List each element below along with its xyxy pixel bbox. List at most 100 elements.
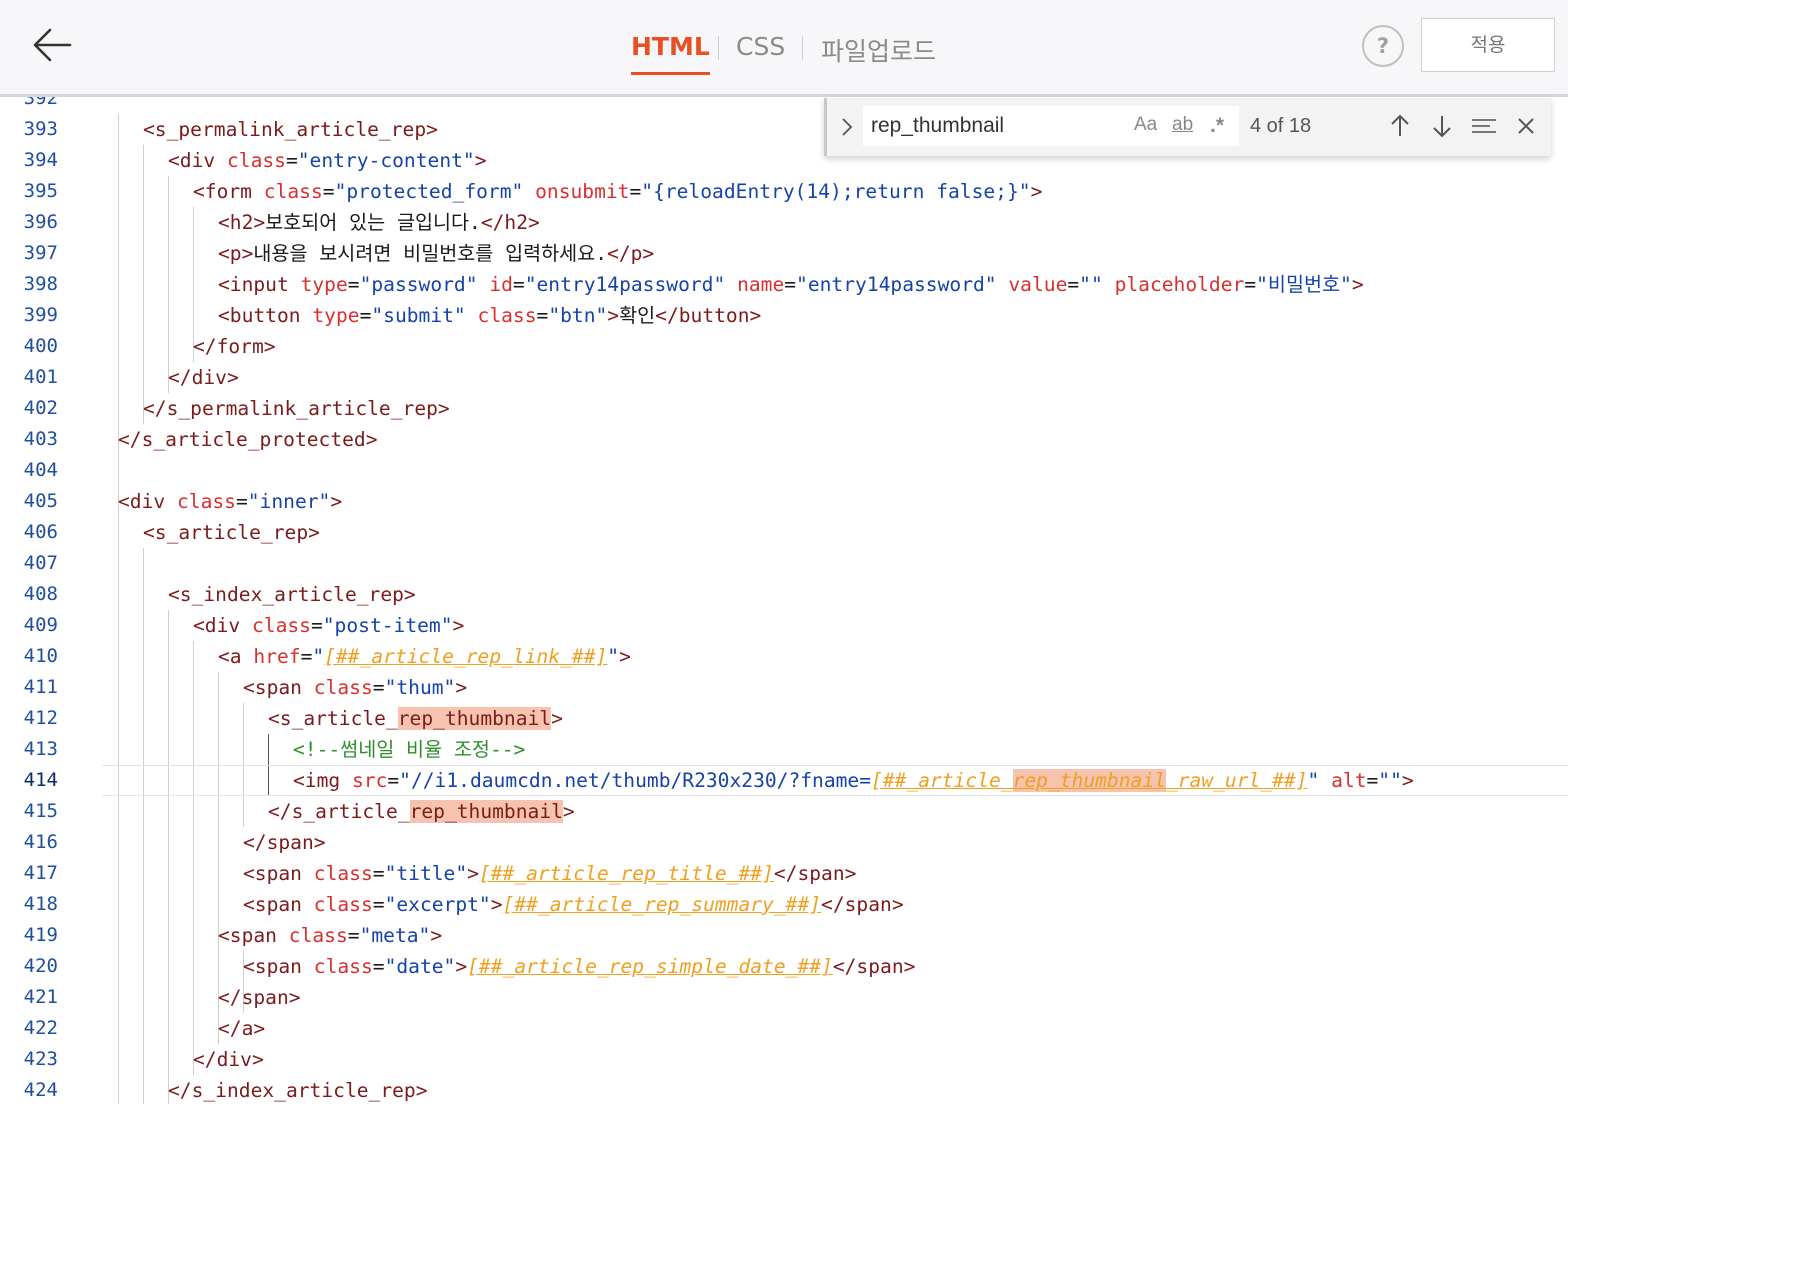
- code-token: class: [263, 180, 323, 203]
- code-token: _raw_url_##]: [1165, 769, 1308, 792]
- code-token: <h2>: [218, 211, 266, 234]
- code-line[interactable]: 419 <span class="meta">: [0, 920, 1568, 951]
- code-token: "protected_form": [334, 180, 524, 203]
- code-token: <s_article_: [268, 707, 398, 730]
- code-line[interactable]: 404: [0, 455, 1568, 486]
- code-line[interactable]: 397 <p>내용을 보시려면 비밀번호를 입력하세요.</p>: [0, 238, 1568, 269]
- code-text: <span class="meta">: [218, 920, 442, 951]
- code-line[interactable]: 418 <span class="excerpt">[##_article_rep…: [0, 889, 1568, 920]
- help-button[interactable]: ?: [1362, 25, 1404, 67]
- code-token: "entry-content": [297, 149, 475, 172]
- code-line[interactable]: 422 </a>: [0, 1013, 1568, 1044]
- line-number: 421: [23, 986, 58, 1008]
- code-token: "title": [384, 862, 468, 885]
- code-line[interactable]: 410 <a href="[##_article_rep_link_##]">: [0, 641, 1568, 672]
- code-token: "submit": [371, 304, 466, 327]
- code-token: </span>: [773, 862, 857, 885]
- code-token: <span: [243, 862, 314, 885]
- code-text: <a href="[##_article_rep_link_##]">: [218, 641, 631, 672]
- line-number: 410: [23, 645, 58, 667]
- tab-divider: [802, 36, 803, 60]
- code-line[interactable]: 395 <form class="protected_form" onsubmit…: [0, 176, 1568, 207]
- tab-html[interactable]: HTML: [631, 32, 710, 75]
- code-token: =: [372, 893, 385, 916]
- search-match-highlight: rep_thumbnail: [397, 707, 552, 730]
- code-token: [##_article_rep_link_##]: [324, 645, 608, 668]
- next-match-button[interactable]: [1428, 112, 1456, 140]
- tab-file-upload[interactable]: 파일업로드: [821, 32, 936, 68]
- code-line[interactable]: 408 <s_index_article_rep>: [0, 579, 1568, 610]
- code-line[interactable]: 412 <s_article_rep_thumbnail>: [0, 703, 1568, 734]
- code-line[interactable]: 398 <input type="password" id="entry14pas…: [0, 269, 1568, 300]
- toggle-replace-button[interactable]: [837, 114, 857, 140]
- code-text: <input type="password" id="entry14passwo…: [218, 269, 1364, 300]
- code-text: </s_article_rep_thumbnail>: [268, 796, 575, 827]
- code-line[interactable]: 414 <img src="//i1.daumcdn.net/thumb/R230…: [0, 765, 1568, 796]
- code-token: src: [351, 769, 388, 792]
- code-token: "entry14password": [796, 273, 997, 296]
- previous-match-button[interactable]: [1386, 112, 1414, 140]
- code-line[interactable]: 409 <div class="post-item">: [0, 610, 1568, 641]
- line-number: 417: [23, 862, 58, 884]
- code-token: >: [452, 614, 465, 637]
- close-find-button[interactable]: [1512, 112, 1540, 140]
- code-line[interactable]: 399 <button type="submit" class="btn">확인<…: [0, 300, 1568, 331]
- line-number: 392: [23, 97, 58, 109]
- line-number: 409: [23, 614, 58, 636]
- code-line[interactable]: 403 </s_article_protected>: [0, 424, 1568, 455]
- match-case-toggle[interactable]: Aa: [1134, 114, 1157, 136]
- code-token: <input: [218, 273, 301, 296]
- code-text: <div class="entry-content">: [168, 145, 487, 176]
- code-line[interactable]: 417 <span class="title">[##_article_rep_t…: [0, 858, 1568, 889]
- code-text: <s_index_article_rep>: [168, 579, 416, 610]
- apply-button[interactable]: 적용: [1421, 18, 1555, 72]
- code-token: "inner": [247, 490, 331, 513]
- line-number: 394: [23, 149, 58, 171]
- code-line[interactable]: 396 <h2>보호되어 있는 글입니다.</h2>: [0, 207, 1568, 238]
- code-line[interactable]: 405 <div class="inner">: [0, 486, 1568, 517]
- match-count: 4 of 18: [1250, 115, 1312, 137]
- code-line[interactable]: 423 </div>: [0, 1044, 1568, 1075]
- line-number: 403: [23, 428, 58, 450]
- line-number: 415: [23, 800, 58, 822]
- code-token: "비밀번호": [1256, 273, 1352, 296]
- code-line[interactable]: 420 <span class="date">[##_article_rep_si…: [0, 951, 1568, 982]
- whole-word-toggle[interactable]: ab: [1172, 114, 1193, 136]
- code-token: <div: [168, 149, 227, 172]
- code-token: </h2>: [480, 211, 540, 234]
- code-line[interactable]: 407: [0, 548, 1568, 579]
- line-number: 406: [23, 521, 58, 543]
- code-text: </span>: [218, 982, 301, 1013]
- code-text: </s_article_protected>: [118, 424, 378, 455]
- code-token: <span: [243, 955, 314, 978]
- code-line[interactable]: 411 <span class="thum">: [0, 672, 1568, 703]
- code-line[interactable]: 400 </form>: [0, 331, 1568, 362]
- code-token: ": [1307, 769, 1320, 792]
- code-line[interactable]: 415 </s_article_rep_thumbnail>: [0, 796, 1568, 827]
- line-number: 395: [23, 180, 58, 202]
- code-token: <span: [243, 676, 314, 699]
- code-token: </span>: [218, 986, 301, 1009]
- code-line[interactable]: 413 <!--썸네일 비율 조정-->: [0, 734, 1568, 765]
- code-text: <span class="excerpt">[##_article_rep_su…: [243, 889, 904, 920]
- code-editor[interactable]: 392 393 <s_permalink_article_rep> 394 <div c…: [0, 97, 1568, 1104]
- code-line[interactable]: 406 <s_article_rep>: [0, 517, 1568, 548]
- code-line[interactable]: 424 </s_index_article_rep>: [0, 1075, 1568, 1104]
- code-line[interactable]: 402 </s_permalink_article_rep>: [0, 393, 1568, 424]
- regex-toggle[interactable]: .*: [1210, 114, 1224, 138]
- code-token: =: [285, 149, 298, 172]
- find-in-selection-button[interactable]: [1470, 112, 1498, 140]
- tab-css[interactable]: CSS: [736, 32, 785, 61]
- code-line[interactable]: 416 </span>: [0, 827, 1568, 858]
- code-token: [##_article_rep_summary_##]: [502, 893, 822, 916]
- code-token: =: [310, 614, 323, 637]
- code-line[interactable]: 401 </div>: [0, 362, 1568, 393]
- code-line[interactable]: 421 </span>: [0, 982, 1568, 1013]
- code-token: >: [1401, 769, 1414, 792]
- code-token: </s_article_: [268, 800, 410, 823]
- code-token: href: [253, 645, 301, 668]
- code-token: "btn": [548, 304, 608, 327]
- code-token: 보호되어 있는 글입니다.: [265, 211, 481, 234]
